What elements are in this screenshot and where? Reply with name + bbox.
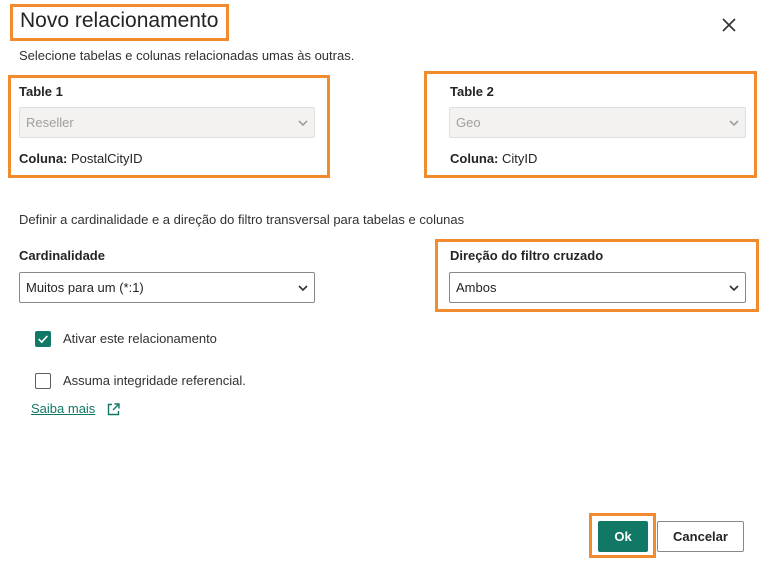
chevron-down-icon (729, 120, 739, 127)
cancel-button[interactable]: Cancelar (657, 521, 744, 552)
crossfilter-select-value: Ambos (456, 280, 497, 295)
learn-more-link[interactable]: Saiba mais (31, 401, 95, 416)
dialog-subtitle: Selecione tabelas e colunas relacionadas… (19, 48, 355, 63)
checkmark-icon (38, 335, 48, 344)
external-link-icon[interactable] (106, 402, 121, 417)
close-icon[interactable] (718, 14, 740, 36)
referential-integrity-label: Assuma integridade referencial. (63, 373, 246, 388)
ok-button[interactable]: Ok (598, 521, 648, 552)
table1-label: Table 1 (19, 84, 63, 99)
cardinality-select[interactable]: Muitos para um (*:1) (19, 272, 315, 303)
table2-select[interactable]: Geo (449, 107, 746, 138)
table2-column: Coluna: CityID (450, 151, 537, 166)
cardinality-label: Cardinalidade (19, 248, 105, 263)
table1-select-value: Reseller (26, 115, 74, 130)
table2-column-value: CityID (502, 151, 538, 166)
table1-column-label: Coluna: (19, 151, 68, 166)
table2-select-value: Geo (456, 115, 481, 130)
table1-select[interactable]: Reseller (19, 107, 315, 138)
cardinality-description: Definir a cardinalidade e a direção do f… (19, 212, 465, 227)
activate-relationship-label: Ativar este relacionamento (63, 331, 217, 346)
table2-column-label: Coluna: (450, 151, 499, 166)
table1-column-value: PostalCityID (71, 151, 143, 166)
new-relationship-dialog: Novo relacionamento Selecione tabelas e … (0, 0, 766, 572)
chevron-down-icon (729, 285, 739, 292)
cardinality-select-value: Muitos para um (*:1) (26, 280, 144, 295)
table2-label: Table 2 (450, 84, 494, 99)
crossfilter-select[interactable]: Ambos (449, 272, 746, 303)
table1-column: Coluna: PostalCityID (19, 151, 143, 166)
dialog-title: Novo relacionamento (20, 9, 219, 32)
chevron-down-icon (298, 120, 308, 127)
crossfilter-label: Direção do filtro cruzado (450, 248, 604, 263)
activate-relationship-checkbox[interactable] (35, 331, 51, 347)
chevron-down-icon (298, 285, 308, 292)
referential-integrity-checkbox[interactable] (35, 373, 51, 389)
